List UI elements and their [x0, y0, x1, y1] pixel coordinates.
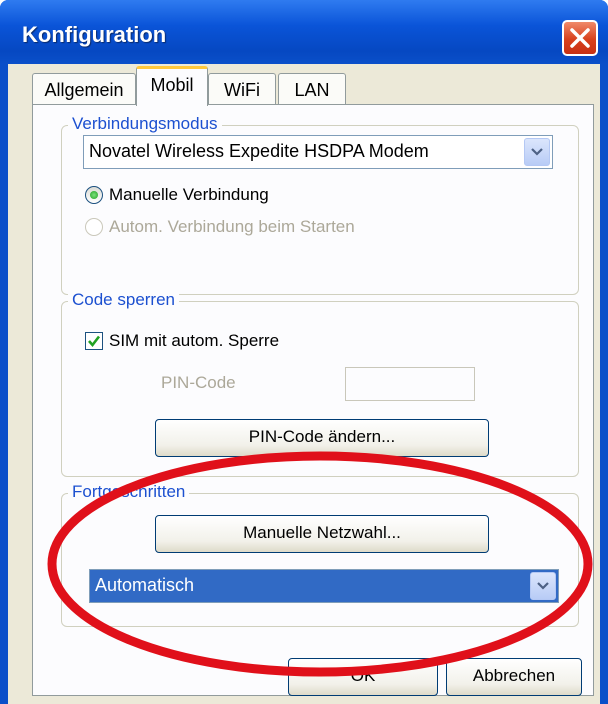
label-auto-connection: Autom. Verbindung beim Starten — [109, 217, 355, 236]
cancel-button[interactable]: Abbrechen — [446, 658, 582, 696]
radio-selected-dot — [90, 191, 98, 199]
sim-lock-checkbox[interactable] — [85, 332, 103, 350]
pin-code-input[interactable] — [345, 367, 475, 401]
tab-panel-mobil: Verbindungsmodus Novatel Wireless Expedi… — [32, 104, 594, 696]
network-select-value: Automatisch — [95, 575, 195, 595]
device-select-value: Novatel Wireless Expedite HSDPA Modem — [89, 141, 429, 161]
network-select[interactable]: Automatisch — [89, 569, 559, 603]
group-legend-verbindungsmodus: Verbindungsmodus — [68, 114, 222, 134]
tab-wifi[interactable]: WiFi — [208, 73, 276, 105]
group-legend-fortgeschritten: Fortgeschritten — [68, 482, 190, 502]
group-legend-code-sperren: Code sperren — [68, 290, 180, 310]
label-manual-connection: Manuelle Verbindung — [109, 185, 269, 204]
network-dropdown-button[interactable] — [530, 572, 556, 600]
configuration-dialog: Konfiguration Allgemein Mobil WiFi LAN V… — [0, 0, 608, 704]
label-sim-lock: SIM mit autom. Sperre — [109, 331, 280, 350]
chevron-down-icon — [531, 148, 543, 156]
close-icon — [570, 28, 590, 48]
tab-mobil[interactable]: Mobil — [136, 66, 208, 106]
dialog-body: Allgemein Mobil WiFi LAN Verbindungsmodu… — [8, 64, 600, 704]
radio-manual-connection[interactable] — [85, 186, 103, 204]
device-select[interactable]: Novatel Wireless Expedite HSDPA Modem — [83, 135, 553, 169]
chevron-down-icon — [537, 582, 549, 590]
close-button[interactable] — [562, 20, 598, 56]
device-dropdown-button[interactable] — [524, 138, 550, 166]
change-pin-button[interactable]: PIN-Code ändern... — [155, 419, 489, 457]
ok-button[interactable]: OK — [288, 658, 438, 696]
title-bar[interactable]: Konfiguration — [0, 0, 608, 64]
tab-allgemein[interactable]: Allgemein — [32, 73, 136, 105]
manual-network-button[interactable]: Manuelle Netzwahl... — [155, 515, 489, 553]
radio-auto-connection[interactable] — [85, 218, 103, 236]
group-fortgeschritten: Fortgeschritten — [61, 482, 579, 627]
checkmark-icon — [88, 335, 101, 348]
label-pin-code: PIN-Code — [161, 373, 236, 392]
window-title: Konfiguration — [22, 22, 167, 47]
tab-lan[interactable]: LAN — [278, 73, 346, 105]
